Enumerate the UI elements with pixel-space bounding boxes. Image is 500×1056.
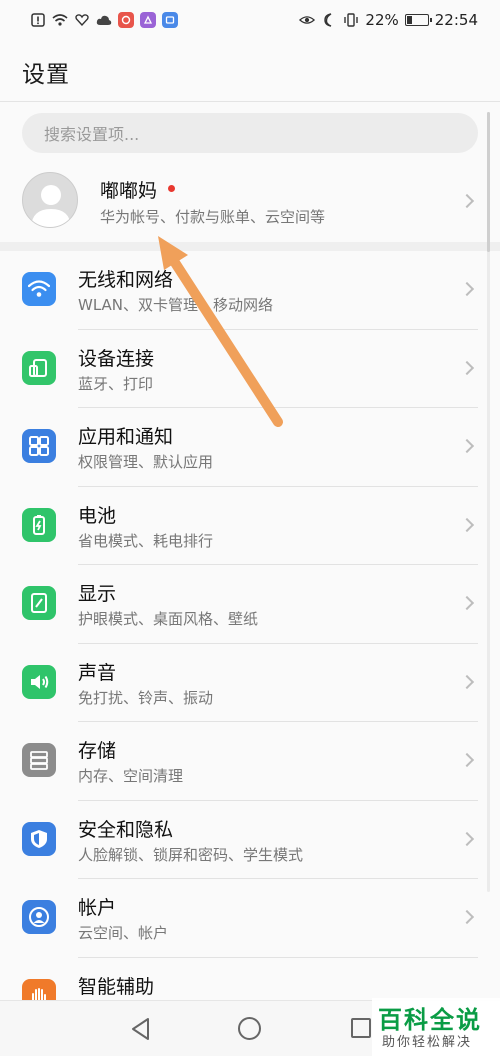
battery-icon	[22, 507, 56, 542]
settings-item-wireless[interactable]: 无线和网络 WLAN、双卡管理、移动网络	[0, 251, 500, 330]
scrollbar-thumb[interactable]	[487, 112, 490, 252]
chevron-right-icon	[459, 674, 475, 689]
chevron-right-icon	[459, 517, 475, 532]
settings-item-title: 无线和网络	[78, 269, 174, 291]
settings-item-security-privacy[interactable]: 安全和隐私 人脸解锁、锁屏和密码、学生模式	[0, 801, 500, 879]
alert-icon	[30, 12, 46, 28]
search-placeholder: 搜索设置项...	[44, 125, 140, 144]
watermark-title: 百科全说	[378, 1006, 482, 1034]
settings-item-apps-notifications[interactable]: 应用和通知 权限管理、默认应用	[0, 408, 500, 487]
status-bar: 22% 22:54	[0, 0, 500, 40]
chevron-right-icon	[459, 831, 475, 846]
settings-item-title: 设备连接	[78, 347, 155, 370]
heart-icon	[74, 12, 90, 28]
battery-icon	[404, 14, 432, 26]
cloud-icon	[96, 12, 112, 28]
settings-item-title: 电池	[78, 504, 117, 527]
home-icon[interactable]	[238, 1017, 261, 1040]
settings-item-subtitle: 人脸解锁、锁屏和密码、学生模式	[78, 845, 304, 864]
settings-item-subtitle: 免打扰、铃声、振动	[78, 688, 214, 707]
device-connection-icon	[22, 350, 56, 385]
settings-item-title: 声音	[78, 661, 117, 684]
settings-item-title: 帐户	[78, 897, 117, 919]
app-purple-icon	[140, 12, 156, 28]
eye-comfort-icon	[299, 12, 316, 28]
settings-item-device-connection[interactable]: 设备连接 蓝牙、打印	[0, 330, 500, 408]
settings-item-subtitle: 蓝牙、打印	[78, 374, 154, 393]
account-name: 嘟嘟妈	[100, 180, 158, 202]
account-icon	[22, 900, 56, 934]
settings-item-title: 应用和通知	[78, 426, 174, 448]
app-red-icon	[118, 12, 134, 28]
account-subtitle: 华为帐号、付款与账单、云空间等	[100, 208, 326, 226]
vibrate-icon	[343, 12, 359, 28]
speaker-icon	[22, 664, 56, 699]
settings-item-title: 安全和隐私	[78, 818, 174, 841]
storage-icon	[22, 743, 56, 777]
account-row[interactable]: 嘟嘟妈 华为帐号、付款与账单、云空间等	[0, 160, 500, 242]
settings-item-subtitle: 云空间、帐户	[78, 924, 169, 942]
search-input[interactable]: 搜索设置项...	[22, 113, 478, 153]
settings-item-subtitle: WLAN、双卡管理、移动网络	[78, 296, 274, 314]
watermark: 百科全说 助你轻松解决	[372, 998, 500, 1056]
chevron-right-icon	[459, 438, 475, 454]
settings-item-title: 存储	[78, 740, 117, 762]
back-icon[interactable]	[130, 1017, 152, 1041]
settings-item-battery[interactable]: 电池 省电模式、耗电排行	[0, 487, 500, 565]
recents-icon[interactable]	[351, 1018, 371, 1038]
apps-grid-icon	[22, 429, 56, 463]
user-avatar-icon	[31, 185, 71, 227]
settings-item-title: 显示	[78, 583, 117, 605]
section-separator	[0, 242, 500, 251]
page-title: 设置	[22, 62, 70, 88]
settings-item-title: 智能辅助	[78, 975, 155, 998]
chevron-right-icon	[459, 595, 475, 611]
status-bar-left	[30, 12, 178, 28]
chevron-right-icon	[459, 193, 475, 209]
app-blue-icon	[162, 12, 178, 28]
settings-item-subtitle: 权限管理、默认应用	[78, 453, 214, 471]
settings-item-display[interactable]: 显示 护眼模式、桌面风格、壁纸	[0, 565, 500, 644]
notification-dot	[168, 185, 175, 192]
battery-percent: 22%	[365, 11, 399, 29]
wifi-signal-icon	[52, 12, 68, 28]
settings-list: 无线和网络 WLAN、双卡管理、移动网络 设备连接 蓝牙、打印 应用和通知 权限…	[0, 251, 500, 1036]
chevron-right-icon	[459, 752, 475, 768]
chevron-right-icon	[459, 281, 475, 297]
watermark-subtitle: 助你轻松解决	[382, 1035, 473, 1050]
status-bar-right: 22% 22:54	[299, 11, 478, 29]
header-divider	[0, 101, 500, 102]
chevron-right-icon	[459, 909, 475, 925]
settings-item-sound[interactable]: 声音 免打扰、铃声、振动	[0, 644, 500, 722]
chevron-right-icon	[459, 360, 475, 375]
settings-item-subtitle: 护眼模式、桌面风格、壁纸	[78, 610, 259, 628]
moon-icon	[321, 12, 337, 28]
clock: 22:54	[434, 11, 478, 29]
settings-item-accounts[interactable]: 帐户 云空间、帐户	[0, 879, 500, 958]
avatar	[22, 172, 78, 228]
settings-item-subtitle: 省电模式、耗电排行	[78, 531, 214, 550]
settings-item-storage[interactable]: 存储 内存、空间清理	[0, 722, 500, 801]
display-icon	[22, 586, 56, 620]
wifi-icon	[22, 272, 56, 306]
settings-item-subtitle: 内存、空间清理	[78, 767, 184, 785]
shield-icon	[22, 821, 56, 856]
